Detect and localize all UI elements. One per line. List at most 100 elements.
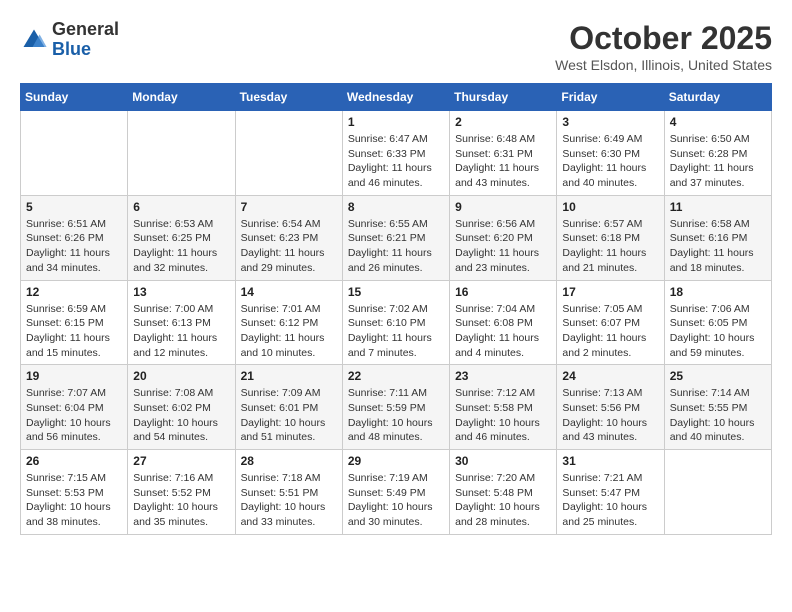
day-number: 22 [348,369,444,383]
day-info: Sunrise: 6:50 AMSunset: 6:28 PMDaylight:… [670,132,766,191]
calendar-cell [235,111,342,196]
calendar-cell [128,111,235,196]
day-number: 31 [562,454,658,468]
day-info: Sunrise: 7:20 AMSunset: 5:48 PMDaylight:… [455,471,551,530]
calendar-cell: 24Sunrise: 7:13 AMSunset: 5:56 PMDayligh… [557,365,664,450]
day-info: Sunrise: 7:09 AMSunset: 6:01 PMDaylight:… [241,386,337,445]
calendar-cell: 1Sunrise: 6:47 AMSunset: 6:33 PMDaylight… [342,111,449,196]
day-number: 30 [455,454,551,468]
day-info: Sunrise: 6:59 AMSunset: 6:15 PMDaylight:… [26,302,122,361]
day-number: 26 [26,454,122,468]
month-title: October 2025 [555,20,772,57]
calendar-cell: 28Sunrise: 7:18 AMSunset: 5:51 PMDayligh… [235,450,342,535]
weekday-header: Monday [128,84,235,111]
day-number: 27 [133,454,229,468]
calendar-row: 19Sunrise: 7:07 AMSunset: 6:04 PMDayligh… [21,365,772,450]
day-number: 2 [455,115,551,129]
day-number: 23 [455,369,551,383]
day-info: Sunrise: 7:21 AMSunset: 5:47 PMDaylight:… [562,471,658,530]
calendar-cell: 14 Sunrise: 7:01 AMSunset: 6:12 PMDayligh… [235,280,342,365]
calendar-cell: 20 Sunrise: 7:08 AMSunset: 6:02 PMDayligh… [128,365,235,450]
day-number: 18 [670,285,766,299]
page-header: General Blue October 2025 West Elsdon, I… [20,20,772,73]
day-info: Sunrise: 7:19 AMSunset: 5:49 PMDaylight:… [348,471,444,530]
logo: General Blue [20,20,119,60]
day-info: Sunrise: 6:53 AMSunset: 6:25 PMDaylight:… [133,217,229,276]
weekday-header: Tuesday [235,84,342,111]
calendar-cell: 12 Sunrise: 6:59 AMSunset: 6:15 PMDayligh… [21,280,128,365]
logo-text: General Blue [52,20,119,60]
calendar-cell: 21 Sunrise: 7:09 AMSunset: 6:01 PMDayligh… [235,365,342,450]
calendar-cell [664,450,771,535]
calendar-cell: 23 Sunrise: 7:12 AMSunset: 5:58 PMDayligh… [450,365,557,450]
weekday-header: Friday [557,84,664,111]
day-info: Sunrise: 6:54 AMSunset: 6:23 PMDaylight:… [241,217,337,276]
logo-general: General [52,19,119,39]
day-info: Sunrise: 6:57 AMSunset: 6:18 PMDaylight:… [562,217,658,276]
day-info: Sunrise: 7:05 AMSunset: 6:07 PMDaylight:… [562,302,658,361]
day-info: Sunrise: 6:49 AMSunset: 6:30 PMDaylight:… [562,132,658,191]
day-number: 20 [133,369,229,383]
calendar-cell: 2 Sunrise: 6:48 AMSunset: 6:31 PMDaylight… [450,111,557,196]
calendar-cell: 9 Sunrise: 6:56 AMSunset: 6:20 PMDaylight… [450,195,557,280]
calendar-row: 1Sunrise: 6:47 AMSunset: 6:33 PMDaylight… [21,111,772,196]
day-info: Sunrise: 6:55 AMSunset: 6:21 PMDaylight:… [348,217,444,276]
day-info: Sunrise: 7:01 AMSunset: 6:12 PMDaylight:… [241,302,337,361]
day-info: Sunrise: 7:04 AMSunset: 6:08 PMDaylight:… [455,302,551,361]
day-number: 5 [26,200,122,214]
calendar-cell: 6 Sunrise: 6:53 AMSunset: 6:25 PMDaylight… [128,195,235,280]
calendar-row: 5 Sunrise: 6:51 AMSunset: 6:26 PMDaylight… [21,195,772,280]
day-info: Sunrise: 6:51 AMSunset: 6:26 PMDaylight:… [26,217,122,276]
calendar-cell: 17Sunrise: 7:05 AMSunset: 6:07 PMDayligh… [557,280,664,365]
calendar-cell: 13 Sunrise: 7:00 AMSunset: 6:13 PMDayligh… [128,280,235,365]
calendar-cell: 31 Sunrise: 7:21 AMSunset: 5:47 PMDayligh… [557,450,664,535]
day-number: 12 [26,285,122,299]
day-info: Sunrise: 6:48 AMSunset: 6:31 PMDaylight:… [455,132,551,191]
day-number: 15 [348,285,444,299]
day-info: Sunrise: 7:07 AMSunset: 6:04 PMDaylight:… [26,386,122,445]
day-info: Sunrise: 7:00 AMSunset: 6:13 PMDaylight:… [133,302,229,361]
day-info: Sunrise: 7:13 AMSunset: 5:56 PMDaylight:… [562,386,658,445]
logo-blue: Blue [52,39,91,59]
day-number: 13 [133,285,229,299]
day-info: Sunrise: 6:47 AMSunset: 6:33 PMDaylight:… [348,132,444,191]
day-number: 7 [241,200,337,214]
calendar-cell: 10Sunrise: 6:57 AMSunset: 6:18 PMDayligh… [557,195,664,280]
day-info: Sunrise: 7:08 AMSunset: 6:02 PMDaylight:… [133,386,229,445]
day-info: Sunrise: 6:58 AMSunset: 6:16 PMDaylight:… [670,217,766,276]
calendar-cell: 8 Sunrise: 6:55 AMSunset: 6:21 PMDaylight… [342,195,449,280]
calendar-cell: 18 Sunrise: 7:06 AMSunset: 6:05 PMDayligh… [664,280,771,365]
weekday-header-row: SundayMondayTuesdayWednesdayThursdayFrid… [21,84,772,111]
calendar-cell: 25 Sunrise: 7:14 AMSunset: 5:55 PMDayligh… [664,365,771,450]
day-number: 6 [133,200,229,214]
day-info: Sunrise: 7:14 AMSunset: 5:55 PMDaylight:… [670,386,766,445]
calendar-cell [21,111,128,196]
calendar-cell: 7 Sunrise: 6:54 AMSunset: 6:23 PMDaylight… [235,195,342,280]
calendar-row: 12 Sunrise: 6:59 AMSunset: 6:15 PMDayligh… [21,280,772,365]
day-number: 9 [455,200,551,214]
weekday-header: Sunday [21,84,128,111]
calendar-cell: 16 Sunrise: 7:04 AMSunset: 6:08 PMDayligh… [450,280,557,365]
day-number: 29 [348,454,444,468]
day-number: 25 [670,369,766,383]
day-number: 14 [241,285,337,299]
day-info: Sunrise: 7:12 AMSunset: 5:58 PMDaylight:… [455,386,551,445]
day-number: 21 [241,369,337,383]
day-info: Sunrise: 7:06 AMSunset: 6:05 PMDaylight:… [670,302,766,361]
calendar-cell: 26Sunrise: 7:15 AMSunset: 5:53 PMDayligh… [21,450,128,535]
weekday-header: Saturday [664,84,771,111]
day-number: 8 [348,200,444,214]
calendar-cell: 11 Sunrise: 6:58 AMSunset: 6:16 PMDayligh… [664,195,771,280]
logo-icon [20,26,48,54]
calendar-cell: 5 Sunrise: 6:51 AMSunset: 6:26 PMDaylight… [21,195,128,280]
day-info: Sunrise: 7:02 AMSunset: 6:10 PMDaylight:… [348,302,444,361]
calendar-cell: 27 Sunrise: 7:16 AMSunset: 5:52 PMDayligh… [128,450,235,535]
day-number: 16 [455,285,551,299]
day-info: Sunrise: 6:56 AMSunset: 6:20 PMDaylight:… [455,217,551,276]
day-info: Sunrise: 7:16 AMSunset: 5:52 PMDaylight:… [133,471,229,530]
calendar-row: 26Sunrise: 7:15 AMSunset: 5:53 PMDayligh… [21,450,772,535]
day-number: 11 [670,200,766,214]
day-number: 28 [241,454,337,468]
title-block: October 2025 West Elsdon, Illinois, Unit… [555,20,772,73]
day-info: Sunrise: 7:11 AMSunset: 5:59 PMDaylight:… [348,386,444,445]
